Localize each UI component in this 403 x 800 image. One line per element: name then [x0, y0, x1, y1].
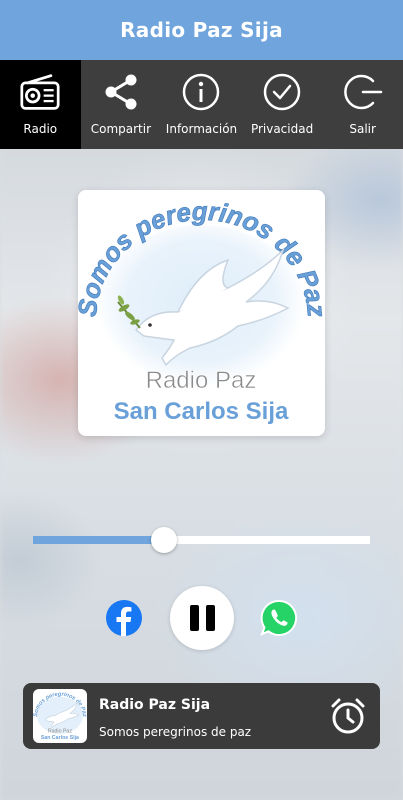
volume-slider-fill: [33, 536, 164, 544]
thumb-line2: San Carlos Sija: [41, 735, 79, 741]
nav-label-radio: Radio: [23, 122, 58, 136]
volume-slider[interactable]: [33, 527, 370, 553]
mini-player-title: Radio Paz Sija: [99, 697, 211, 713]
pause-icon-bar: [205, 605, 215, 631]
nav-label-salir: Salir: [349, 122, 376, 136]
app-header: Radio Paz Sija: [0, 0, 403, 60]
nav-label-compartir: Compartir: [90, 122, 152, 136]
facebook-button[interactable]: [106, 600, 142, 636]
whatsapp-icon: [260, 599, 298, 636]
nav-item-informacion[interactable]: Información: [161, 60, 242, 149]
alarm-clock-icon: [331, 698, 365, 734]
mini-player-subtitle: Somos peregrinos de paz: [99, 725, 252, 739]
whatsapp-button[interactable]: [260, 599, 298, 637]
thumb-line1: Radio Paz: [48, 728, 73, 734]
app-title: Radio Paz Sija: [120, 18, 283, 42]
info-icon: [181, 72, 221, 112]
nav-item-salir[interactable]: Salir: [322, 60, 403, 149]
exit-icon: [343, 72, 383, 112]
sleep-timer-button[interactable]: [329, 697, 367, 735]
mini-player[interactable]: Somos peregrinos de Paz Radio Paz San Ca…: [23, 683, 380, 749]
volume-slider-thumb[interactable]: [151, 527, 177, 553]
nav-label-privacidad: Privacidad: [250, 122, 314, 136]
playback-controls: [0, 586, 403, 650]
radio-icon: [20, 72, 60, 112]
nav-label-informacion: Información: [165, 122, 238, 136]
nav-item-radio[interactable]: Radio: [0, 60, 81, 149]
pause-button[interactable]: [170, 586, 234, 650]
facebook-icon: [106, 600, 142, 636]
pause-icon: [189, 605, 199, 631]
top-nav-bar: Radio Compartir Información Privacidad S…: [0, 60, 403, 149]
share-icon: [101, 72, 141, 112]
cover-line2: San Carlos Sija: [114, 398, 289, 425]
nav-item-compartir[interactable]: Compartir: [81, 60, 162, 149]
nav-item-privacidad[interactable]: Privacidad: [242, 60, 323, 149]
cover-line1: Radio Paz: [146, 367, 257, 394]
check-circle-icon: [262, 72, 302, 112]
station-cover-art: Somos peregrinos de Paz Radio Paz San Ca…: [78, 190, 325, 436]
mini-player-thumbnail: Somos peregrinos de Paz Radio Paz San Ca…: [33, 689, 87, 743]
